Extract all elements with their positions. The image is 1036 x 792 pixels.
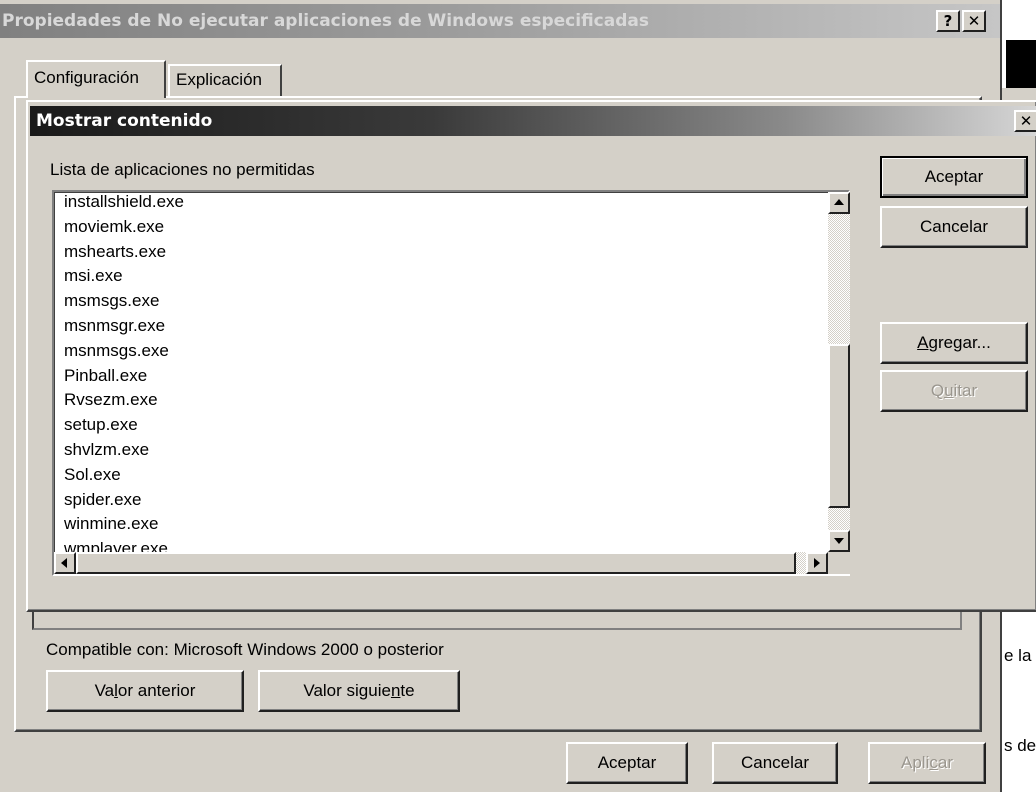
list-item[interactable]: msnmsgr.exe xyxy=(64,314,824,339)
tab-configuracion-label: Configuración xyxy=(34,68,139,87)
list-item[interactable]: moviemk.exe xyxy=(64,215,824,240)
list-item[interactable]: msmsgs.exe xyxy=(64,289,824,314)
scroll-right-button[interactable] xyxy=(806,552,828,574)
list-item[interactable]: Pinball.exe xyxy=(64,364,824,389)
ok-button[interactable]: Aceptar xyxy=(566,742,688,784)
applications-list[interactable]: installshield.exe moviemk.exe mshearts.exe… xyxy=(52,190,850,576)
close-icon: ✕ xyxy=(967,11,981,30)
cancel-button-label: Cancelar xyxy=(740,753,810,772)
show-contents-ok-button[interactable]: Aceptar xyxy=(880,156,1028,198)
show-contents-titlebar[interactable]: Mostrar contenido xyxy=(30,106,1036,136)
apply-button-label: Aplicar xyxy=(901,753,953,772)
list-item[interactable]: installshield.exe xyxy=(64,190,824,215)
scroll-up-button[interactable] xyxy=(828,192,850,214)
properties-dialog-title: Propiedades de No ejecutar aplicaciones … xyxy=(2,11,649,31)
tab-configuracion[interactable]: Configuración xyxy=(26,60,166,98)
add-item-button[interactable]: Agregar... xyxy=(880,322,1028,364)
list-item[interactable]: setup.exe xyxy=(64,413,824,438)
arrow-right-icon xyxy=(814,558,820,568)
scrollbar-corner xyxy=(828,552,850,574)
horizontal-scroll-thumb[interactable] xyxy=(76,552,796,574)
list-item[interactable]: mshearts.exe xyxy=(64,240,824,265)
previous-setting-label: Valor anterior xyxy=(94,681,196,700)
vertical-scrollbar[interactable] xyxy=(828,192,850,552)
list-item[interactable]: msnmsgs.exe xyxy=(64,339,824,364)
list-item[interactable]: shvlzm.exe xyxy=(64,438,824,463)
show-contents-dialog: Mostrar contenido ✕ Lista de aplicacione… xyxy=(26,100,1036,612)
next-setting-button[interactable]: Valor siguiente xyxy=(258,670,460,712)
list-item[interactable]: msi.exe xyxy=(64,264,824,289)
scroll-left-button[interactable] xyxy=(54,552,76,574)
list-item[interactable]: spider.exe xyxy=(64,488,824,513)
cancel-button[interactable]: Cancelar xyxy=(712,742,838,784)
background-text-fragment: e la xyxy=(1004,646,1032,665)
close-button[interactable]: ✕ xyxy=(962,10,986,32)
next-setting-label: Valor siguiente xyxy=(303,681,415,700)
help-button[interactable]: ? xyxy=(936,10,960,32)
show-contents-close-button[interactable]: ✕ xyxy=(1014,110,1036,132)
tab-explicacion-label: Explicación xyxy=(176,70,262,89)
add-item-label: Agregar... xyxy=(917,333,991,352)
background-text-fragment: s de xyxy=(1004,736,1036,755)
ok-button-label: Aceptar xyxy=(597,753,657,772)
show-contents-title: Mostrar contenido xyxy=(36,111,213,131)
background-window-titlebar xyxy=(1006,40,1036,88)
show-contents-cancel-label: Cancelar xyxy=(919,217,989,236)
applications-list-items: installshield.exe moviemk.exe mshearts.exe… xyxy=(64,190,824,552)
tab-explicacion[interactable]: Explicación xyxy=(168,64,282,96)
arrow-left-icon xyxy=(61,558,67,568)
scroll-down-button[interactable] xyxy=(828,530,850,552)
show-contents-ok-label: Aceptar xyxy=(924,167,984,186)
horizontal-scrollbar[interactable] xyxy=(54,552,828,574)
show-contents-cancel-button[interactable]: Cancelar xyxy=(880,206,1028,248)
help-icon: ? xyxy=(943,11,953,30)
vertical-scroll-thumb[interactable] xyxy=(828,344,850,508)
list-item[interactable]: wmplayer.exe xyxy=(64,537,824,552)
list-item[interactable]: Sol.exe xyxy=(64,463,824,488)
list-item[interactable]: winmine.exe xyxy=(64,512,824,537)
properties-dialog-titlebar[interactable]: Propiedades de No ejecutar aplicaciones … xyxy=(0,4,1000,38)
remove-item-button[interactable]: Quitar xyxy=(880,370,1028,412)
close-icon: ✕ xyxy=(1019,111,1033,130)
compatibility-text: Compatible con: Microsoft Windows 2000 o… xyxy=(46,640,444,659)
list-label: Lista de aplicaciones no permitidas xyxy=(50,160,315,179)
apply-button[interactable]: Aplicar xyxy=(868,742,986,784)
list-item[interactable]: Rvsezm.exe xyxy=(64,388,824,413)
arrow-down-icon xyxy=(834,538,844,544)
previous-setting-button[interactable]: Valor anterior xyxy=(46,670,244,712)
arrow-up-icon xyxy=(834,199,844,205)
remove-item-label: Quitar xyxy=(930,381,978,400)
